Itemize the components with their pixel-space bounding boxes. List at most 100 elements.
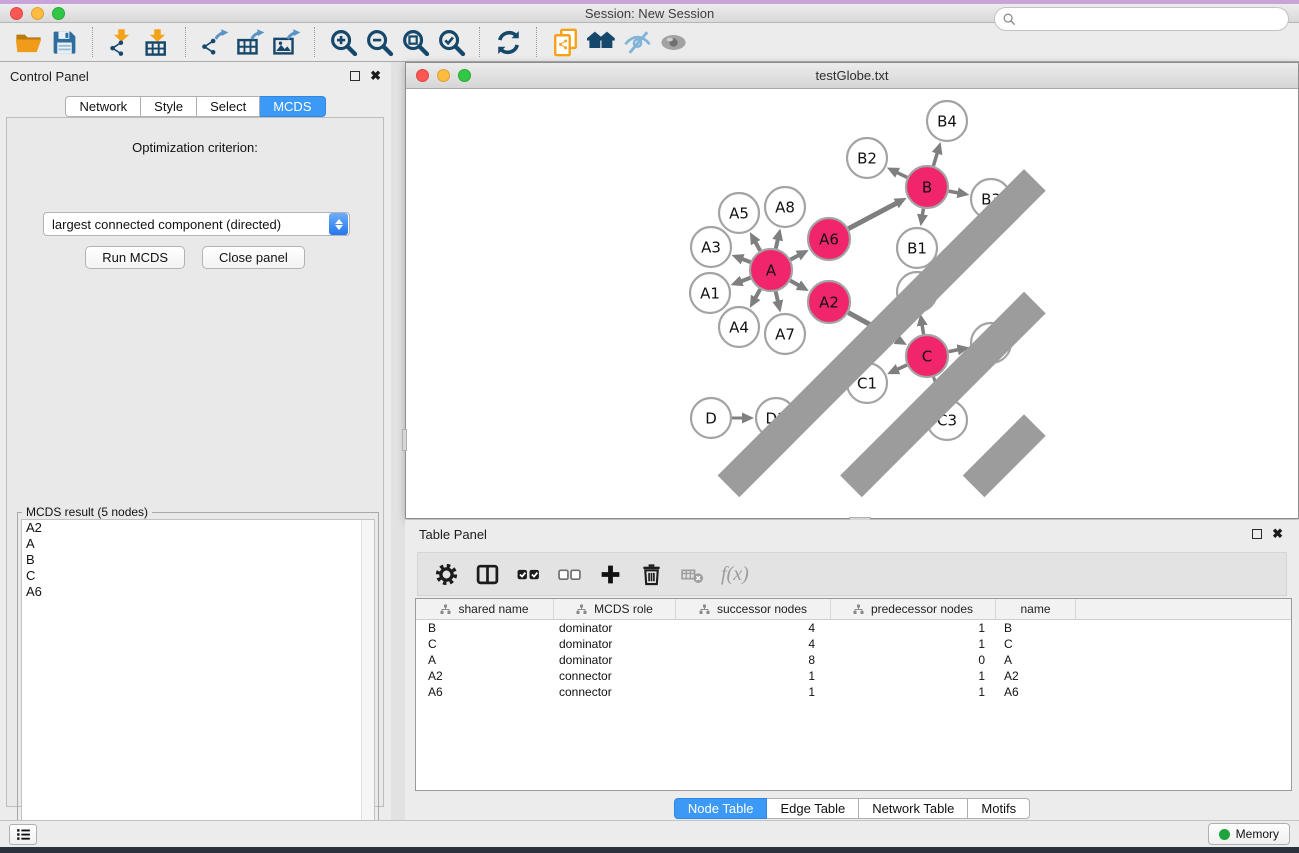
table-cell: A [996, 652, 1076, 668]
table-cell: 0 [831, 652, 996, 668]
control-panel-header: Control Panel ✖ [0, 62, 391, 90]
table-row[interactable]: A2connector11A2 [416, 668, 1291, 684]
copy-network-icon[interactable] [547, 26, 583, 58]
table-cell: C [996, 636, 1076, 652]
table-row[interactable]: A6connector11A6 [416, 684, 1291, 700]
refresh-icon[interactable] [490, 26, 526, 58]
deselect-all-icon[interactable] [553, 559, 585, 589]
open-session-icon[interactable] [10, 26, 46, 58]
tab-node-table[interactable]: Node Table [674, 798, 768, 819]
table-cell: 1 [676, 684, 831, 700]
application-window: Session: New Session Control Panel ✖ Net… [0, 0, 1299, 853]
float-table-panel-icon[interactable] [1252, 529, 1262, 539]
table-row[interactable]: Adominator80A [416, 652, 1291, 668]
export-table-icon[interactable] [232, 26, 268, 58]
result-list-item[interactable]: A6 [22, 584, 374, 600]
table-panel: Table Panel ✖ f(x) shared nameMCDS roles… [405, 520, 1299, 820]
show-columns-icon[interactable] [471, 559, 503, 589]
zoom-in-icon[interactable] [325, 26, 361, 58]
float-panel-icon[interactable] [350, 71, 360, 81]
zoom-selected-icon[interactable] [433, 26, 469, 58]
column-header-MCDS-role[interactable]: MCDS role [554, 599, 676, 619]
column-header-successor-nodes[interactable]: successor nodes [676, 599, 831, 619]
import-network-icon[interactable] [103, 26, 139, 58]
mcds-tab-page: Optimization criterion: largest connecte… [6, 117, 384, 807]
tab-network[interactable]: Network [65, 96, 141, 117]
table-cell: 1 [831, 620, 996, 636]
table-row[interactable]: Bdominator41B [416, 620, 1291, 636]
close-panel-icon[interactable]: ✖ [370, 71, 381, 81]
mcds-result-list[interactable]: A2ABCA6 [21, 519, 375, 853]
network-canvas[interactable]: B4B2BB3A5A8A6B1A3AA1C2A2A4A7C4CC1C3DD1 [406, 89, 1298, 518]
mcds-result-title: MCDS result (5 nodes) [22, 505, 152, 519]
desktop-background-bottom [0, 847, 1299, 853]
table-panel-tabs: Node TableEdge TableNetwork TableMotifs [405, 798, 1299, 819]
memory-label: Memory [1236, 827, 1279, 841]
function-builder-icon: f(x) [717, 563, 749, 586]
tab-motifs[interactable]: Motifs [968, 798, 1030, 819]
column-header-label: predecessor nodes [871, 602, 973, 616]
node-table[interactable]: shared name MCDS role successor nodes prede… [415, 598, 1292, 791]
pane-divider-handle[interactable] [402, 429, 407, 451]
selected-option-label: largest connected component (directed) [44, 217, 329, 232]
result-list-item[interactable]: C [22, 568, 374, 584]
tab-select[interactable]: Select [197, 96, 260, 117]
close-panel-button[interactable]: Close panel [202, 246, 305, 269]
column-header-label: shared name [458, 602, 528, 616]
dropdown-stepper-icon [329, 213, 348, 235]
search-box[interactable] [994, 7, 1289, 31]
column-header-label: MCDS role [594, 602, 653, 616]
result-list-item[interactable]: B [22, 552, 374, 568]
table-cell: B [996, 620, 1076, 636]
memory-button[interactable]: Memory [1208, 823, 1290, 845]
zoom-fit-icon[interactable] [397, 26, 433, 58]
column-header-shared-name[interactable]: shared name [416, 599, 554, 619]
run-mcds-button[interactable]: Run MCDS [85, 246, 185, 269]
table-cell: A2 [416, 668, 554, 684]
zoom-out-icon[interactable] [361, 26, 397, 58]
tab-network-table[interactable]: Network Table [859, 798, 968, 819]
column-type-icon [440, 604, 451, 615]
table-panel-title: Table Panel [419, 527, 487, 542]
result-list-item[interactable]: A [22, 536, 374, 552]
export-image-icon[interactable] [268, 26, 304, 58]
column-header-name[interactable]: name [996, 599, 1076, 619]
resize-grip-icon[interactable] [405, 88, 1297, 517]
table-row[interactable]: Cdominator41C [416, 636, 1291, 652]
table-cell: dominator [554, 636, 676, 652]
column-header-label: successor nodes [717, 602, 807, 616]
search-input[interactable] [1021, 9, 1288, 29]
table-cell: 1 [831, 668, 996, 684]
table-cell: 8 [676, 652, 831, 668]
add-column-icon[interactable] [594, 559, 626, 589]
network-view-window[interactable]: testGlobe.txt B4B2BB3A5A8A6B1A3AA1C2A2A4… [405, 62, 1299, 519]
optimization-criterion-label: Optimization criterion: [7, 140, 383, 155]
control-panel-tabs: NetworkStyleSelectMCDS [0, 96, 391, 117]
network-window-titlebar[interactable]: testGlobe.txt [406, 63, 1298, 89]
tab-edge-table[interactable]: Edge Table [767, 798, 859, 819]
hide-graphics-icon[interactable] [619, 26, 655, 58]
column-header-label: name [1020, 602, 1050, 616]
table-cell: B [416, 620, 554, 636]
close-table-panel-icon[interactable]: ✖ [1272, 529, 1283, 539]
show-graphics-icon[interactable] [655, 26, 691, 58]
result-list-item[interactable]: A2 [22, 520, 374, 536]
result-list-scrollbar[interactable] [361, 520, 374, 853]
table-toolbar: f(x) [417, 552, 1287, 596]
tab-mcds[interactable]: MCDS [260, 96, 325, 117]
home-icon[interactable] [583, 26, 619, 58]
select-all-icon[interactable] [512, 559, 544, 589]
tab-style[interactable]: Style [141, 96, 197, 117]
task-history-button[interactable] [9, 824, 37, 845]
export-network-icon[interactable] [196, 26, 232, 58]
table-cell: A2 [996, 668, 1076, 684]
delete-column-trash-icon[interactable] [635, 559, 667, 589]
column-type-icon [576, 604, 587, 615]
table-cell: C [416, 636, 554, 652]
import-table-icon[interactable] [139, 26, 175, 58]
column-header-predecessor-nodes[interactable]: predecessor nodes [831, 599, 996, 619]
optimization-criterion-select[interactable]: largest connected component (directed) [43, 212, 350, 236]
table-cell: 4 [676, 620, 831, 636]
table-settings-gear-icon[interactable] [430, 559, 462, 589]
save-session-icon[interactable] [46, 26, 82, 58]
